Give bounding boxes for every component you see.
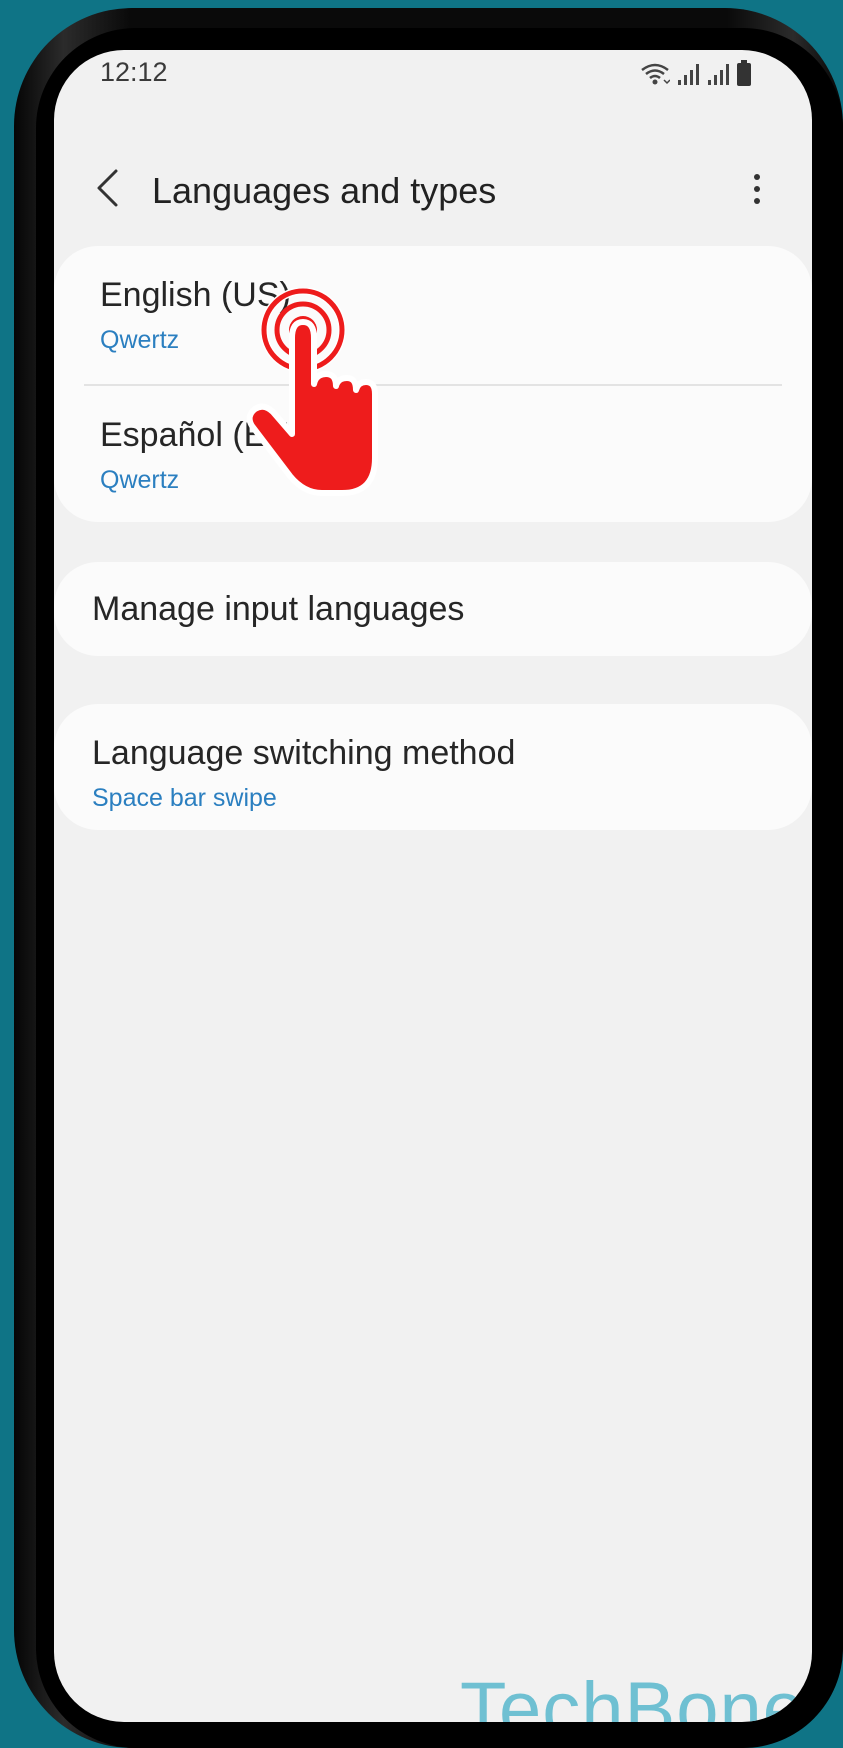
signal-icon-sim1 xyxy=(676,62,700,86)
chevron-left-icon xyxy=(94,168,120,213)
language-layout: Qwertz xyxy=(100,466,180,494)
wifi-icon xyxy=(640,62,670,86)
language-item-english[interactable]: English (US) Qwertz xyxy=(54,246,812,384)
app-bar: Languages and types xyxy=(54,140,812,240)
status-bar: 12:12 xyxy=(54,50,812,100)
language-switching-value: Space bar swipe xyxy=(92,784,277,812)
language-switching-method-item[interactable]: Language switching method Space bar swip… xyxy=(54,704,812,830)
battery-icon xyxy=(736,60,752,86)
tap-hand-icon xyxy=(246,287,386,498)
languages-card: English (US) Qwertz Español (EE. UU.) Qw… xyxy=(54,246,812,522)
signal-icon-sim2 xyxy=(706,62,730,86)
more-vertical-icon xyxy=(754,174,760,180)
more-vertical-icon-dot xyxy=(754,198,760,204)
more-vertical-icon-dot xyxy=(754,186,760,192)
more-options-button[interactable] xyxy=(742,164,772,214)
language-layout: Qwertz xyxy=(100,326,180,354)
back-button[interactable] xyxy=(84,160,130,220)
techbone-watermark: TechBone xyxy=(460,1667,807,1722)
language-switching-label: Language switching method xyxy=(92,734,516,772)
page-title: Languages and types xyxy=(152,170,497,211)
phone-screen: 12:12 Languages and types English (US) Q… xyxy=(54,50,812,1722)
status-time: 12:12 xyxy=(100,57,168,87)
manage-input-languages-label: Manage input languages xyxy=(92,590,465,628)
language-item-spanish[interactable]: Español (EE. UU.) Qwertz xyxy=(54,386,812,522)
status-icons xyxy=(640,58,752,86)
manage-input-languages-item[interactable]: Manage input languages xyxy=(54,562,812,656)
